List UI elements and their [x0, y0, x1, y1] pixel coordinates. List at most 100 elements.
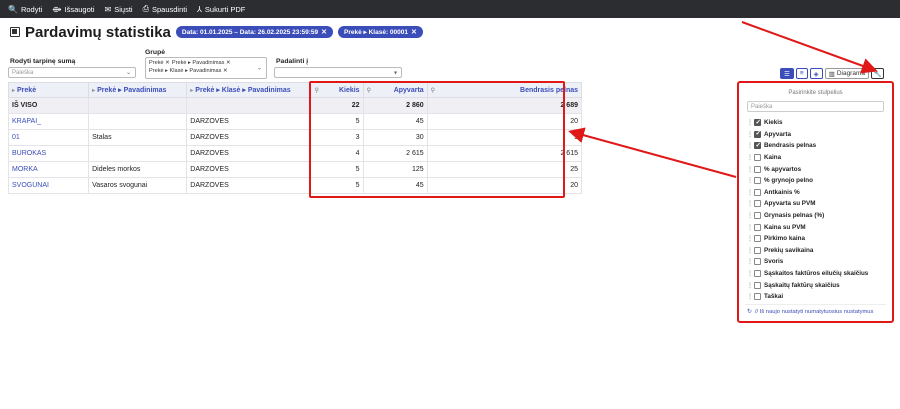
drag-handle-icon[interactable]: ⋮⋮ — [747, 235, 758, 242]
column-option[interactable]: ⋮⋮ Pirkimo kaina — [747, 233, 892, 245]
column-checkbox[interactable] — [754, 129, 761, 138]
group-tag[interactable]: Prekė ✕ — [149, 60, 170, 66]
column-option[interactable]: ⋮⋮ Apyvarta su PVM — [747, 198, 892, 210]
group-multiselect[interactable]: Prekė ✕ Prekė ▸ Pavadinimas ✕ Prekė ▸ Kla… — [145, 57, 267, 79]
column-checkbox[interactable] — [754, 141, 761, 150]
column-checkbox[interactable] — [754, 188, 761, 196]
column-checkbox[interactable] — [754, 200, 761, 208]
column-option-label: Grynasis pelnas (%) — [764, 212, 825, 220]
column-option-label: Sąskaitos faktūros eilučių skaičius — [764, 270, 869, 278]
column-option[interactable]: ⋮⋮ Antkainis % — [747, 187, 892, 199]
cell-preke[interactable]: KRAPAI_ — [7, 113, 90, 130]
close-icon[interactable]: ✕ — [164, 60, 170, 66]
subtotal-select[interactable]: Paieška ⌄ — [8, 67, 136, 78]
column-checkbox[interactable] — [754, 212, 761, 220]
column-option[interactable]: ⋮⋮ Svoris — [747, 256, 892, 268]
column-header-klase[interactable]: ▸ Prekė ▸ Klasė ▸ Pavadinimas — [186, 82, 312, 98]
drag-handle-icon[interactable]: ⋮⋮ — [747, 131, 758, 138]
compact-view-button[interactable]: ≡ — [795, 68, 808, 79]
column-option[interactable]: ⋮⋮ Sąskaitos faktūros eilučių skaičius — [747, 268, 892, 280]
drag-handle-icon[interactable]: ⋮⋮ — [747, 293, 758, 300]
list-icon: ☰ — [784, 70, 790, 78]
cell-preke[interactable]: MORKA — [7, 161, 90, 178]
column-checkbox[interactable] — [754, 165, 761, 173]
divider — [745, 304, 886, 305]
drag-handle-icon[interactable]: ⋮⋮ — [747, 154, 758, 161]
toolbar-search-button[interactable]: 🔍 Rodyti — [8, 5, 42, 14]
table-view-button[interactable]: ☰ — [780, 68, 794, 79]
cell-klase: DARZOVES — [186, 129, 312, 146]
column-checkbox[interactable] — [754, 154, 761, 162]
column-settings-button[interactable]: 🔧 — [871, 68, 884, 79]
column-checkbox[interactable] — [754, 118, 761, 127]
column-checkbox[interactable] — [754, 223, 761, 231]
column-header-preke[interactable]: ▸ Prekė — [7, 82, 90, 98]
column-option[interactable]: ⋮⋮ Bendrasis pelnas — [747, 140, 892, 152]
filter-chip-class[interactable]: Prekė ▸ Klasė: 00001 ✕ — [338, 26, 423, 38]
cell-preke[interactable]: SVOGUNAI — [7, 177, 90, 194]
drag-handle-icon[interactable]: ⋮⋮ — [747, 282, 758, 289]
column-checkbox[interactable] — [754, 177, 761, 185]
filter-chip-date[interactable]: Data: 01.01.2025 – Data: 26.02.2025 23:5… — [175, 26, 334, 38]
subtotal-placeholder: Paieška — [12, 70, 34, 76]
diagram-button[interactable]: ▥ Diagrama — [824, 68, 869, 79]
drag-handle-icon[interactable]: ⋮⋮ — [747, 258, 758, 265]
pdf-icon: ⅄ — [197, 4, 202, 14]
column-option[interactable]: ⋮⋮ Kaina — [747, 152, 892, 164]
drag-handle-icon[interactable]: ⋮⋮ — [747, 270, 758, 277]
drag-handle-icon[interactable]: ⋮⋮ — [747, 247, 758, 254]
cell-preke[interactable]: 01 — [7, 129, 90, 146]
column-checkbox[interactable] — [754, 235, 761, 243]
toolbar-print-button[interactable]: ⎙ Spausdinti — [143, 4, 187, 14]
column-search-input[interactable]: Paieška — [747, 101, 884, 112]
filters-bar: Rodyti tarpinę sumą Paieška ⌄ Grupė Prek… — [0, 47, 900, 81]
group-tag[interactable]: Prekė ▸ Pavadinimas ✕ — [172, 60, 231, 66]
column-option[interactable]: ⋮⋮ % apyvartos — [747, 163, 892, 175]
layers-view-button[interactable]: ◈ — [809, 68, 823, 79]
chart-icon: ▥ — [828, 70, 835, 78]
split-select[interactable]: ▾ — [274, 67, 402, 78]
column-header-pavadinimas[interactable]: ▸ Prekė ▸ Pavadinimas — [88, 82, 188, 98]
close-icon[interactable]: ✕ — [224, 60, 231, 66]
page-title: Pardavimų statistika — [25, 23, 171, 41]
drag-handle-icon[interactable]: ⋮⋮ — [747, 224, 758, 231]
cell-pavadinimas — [88, 145, 188, 162]
column-option-label: Apyvarta su PVM — [764, 200, 816, 208]
reset-defaults-link[interactable]: ↻ // Iš naujo nustatyti numatytuosius nu… — [747, 309, 873, 315]
cell-preke[interactable]: BUROKAS — [7, 145, 90, 162]
column-option[interactable]: ⋮⋮ Kaina su PVM — [747, 221, 892, 233]
drag-handle-icon[interactable]: ⋮⋮ — [747, 142, 758, 149]
toolbar-mail-button[interactable]: ✉ Siųsti — [105, 5, 133, 14]
toolbar-pdf-button[interactable]: ⅄ Sukurti PDF — [197, 5, 245, 14]
column-checkbox[interactable] — [754, 293, 761, 301]
column-option[interactable]: ⋮⋮ % grynojo pelno — [747, 175, 892, 187]
drag-handle-icon[interactable]: ⋮⋮ — [747, 212, 758, 219]
toolbar-label: Išsaugoti — [64, 4, 95, 14]
column-option[interactable]: ⋮⋮ Taškai — [747, 291, 892, 303]
column-checkbox[interactable] — [754, 246, 761, 254]
drag-handle-icon[interactable]: ⋮⋮ — [747, 200, 758, 207]
drag-handle-icon[interactable]: ⋮⋮ — [747, 166, 758, 173]
drag-handle-icon[interactable]: ⋮⋮ — [747, 119, 758, 126]
search-icon: 🔍 — [8, 4, 18, 14]
column-option[interactable]: ⋮⋮ Sąskaitų faktūrų skaičius — [747, 279, 892, 291]
column-checkbox[interactable] — [754, 270, 761, 278]
print-icon: ⎙ — [142, 4, 149, 13]
column-option[interactable]: ⋮⋮ Grynasis pelnas (%) — [747, 210, 892, 222]
close-icon[interactable]: ✕ — [321, 28, 327, 36]
column-option-label: Kaina su PVM — [764, 223, 806, 231]
column-checkbox[interactable] — [754, 258, 761, 266]
column-option[interactable]: ⋮⋮ Kiekis — [747, 117, 892, 129]
column-checkbox[interactable] — [754, 281, 761, 289]
toolbar-save-button[interactable]: ⟴ Išsaugoti — [52, 5, 94, 14]
group-tag[interactable]: Prekė ▸ Klasė ▸ Pavadinimas ✕ — [149, 68, 228, 74]
drag-handle-icon[interactable]: ⋮⋮ — [747, 177, 758, 184]
close-icon[interactable]: ✕ — [221, 68, 228, 74]
column-option[interactable]: ⋮⋮ Prekių savikaina — [747, 245, 892, 257]
column-option[interactable]: ⋮⋮ Apyvarta — [747, 129, 892, 141]
empty-cell — [88, 97, 188, 114]
drag-handle-icon[interactable]: ⋮⋮ — [747, 189, 758, 196]
cell-pavadinimas — [88, 113, 188, 130]
reset-defaults-label: // Iš naujo nustatyti numatytuosius nust… — [754, 309, 874, 315]
close-icon[interactable]: ✕ — [411, 28, 417, 36]
